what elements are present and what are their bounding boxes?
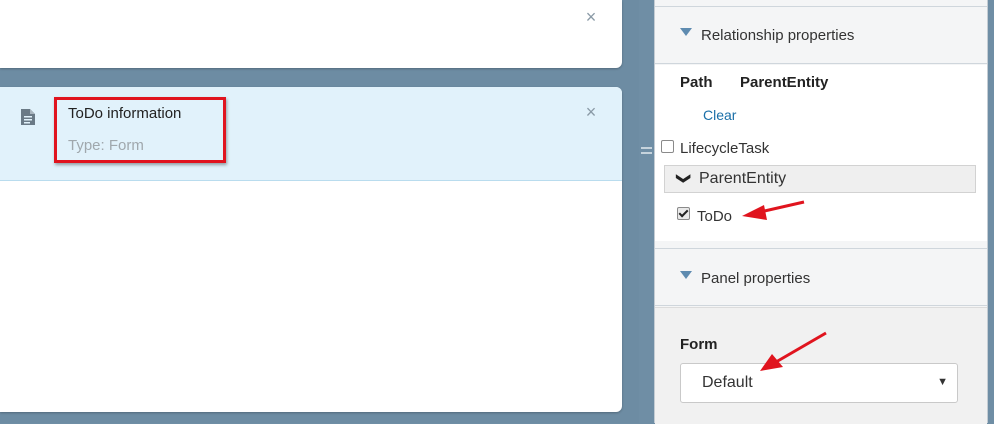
panel-resize-handle[interactable]	[639, 0, 655, 423]
group-label: ParentEntity	[699, 170, 787, 187]
document-icon	[21, 109, 35, 125]
todo-label[interactable]: ToDo	[697, 208, 732, 225]
collapse-triangle-icon	[680, 271, 692, 279]
collapse-triangle-icon	[680, 28, 692, 36]
column-header-parententity: ParentEntity	[740, 74, 829, 91]
form-select[interactable]: Default ▼	[680, 363, 958, 403]
form-canvas: × ToDo information Type: Form ×	[0, 0, 640, 423]
form-field-label: Form	[680, 336, 718, 353]
panel-properties-body: Form Default ▼	[655, 307, 987, 424]
item-type: Type: Form	[68, 137, 144, 154]
todo-checkbox[interactable]	[677, 207, 690, 220]
clear-link[interactable]: Clear	[703, 107, 736, 123]
grip-line	[641, 147, 652, 149]
panel-properties-header[interactable]: Panel properties	[655, 248, 987, 306]
grip-line	[641, 152, 652, 154]
properties-panel: Relationship properties Path ParentEntit…	[654, 0, 988, 424]
canvas-item-card[interactable]: ×	[0, 0, 622, 68]
selected-item-card[interactable]: ToDo information Type: Form ×	[0, 87, 622, 412]
chevron-down-icon: ❯	[676, 172, 693, 185]
form-select-value: Default	[702, 374, 753, 391]
lifecycletask-label[interactable]: LifecycleTask	[680, 140, 769, 157]
column-header-path: Path	[680, 74, 713, 91]
item-title: ToDo information	[68, 105, 182, 122]
section-title: Relationship properties	[701, 27, 855, 44]
relationship-properties-header[interactable]: Relationship properties	[655, 6, 987, 64]
dropdown-caret-icon: ▼	[937, 376, 948, 388]
selected-item-header[interactable]: ToDo information Type: Form ×	[0, 87, 622, 181]
parententity-group-toggle[interactable]: ❯ ParentEntity	[664, 165, 976, 193]
lifecycletask-checkbox[interactable]	[661, 140, 674, 153]
close-icon[interactable]: ×	[583, 103, 599, 121]
close-icon[interactable]: ×	[583, 8, 599, 26]
section-title: Panel properties	[701, 270, 811, 287]
